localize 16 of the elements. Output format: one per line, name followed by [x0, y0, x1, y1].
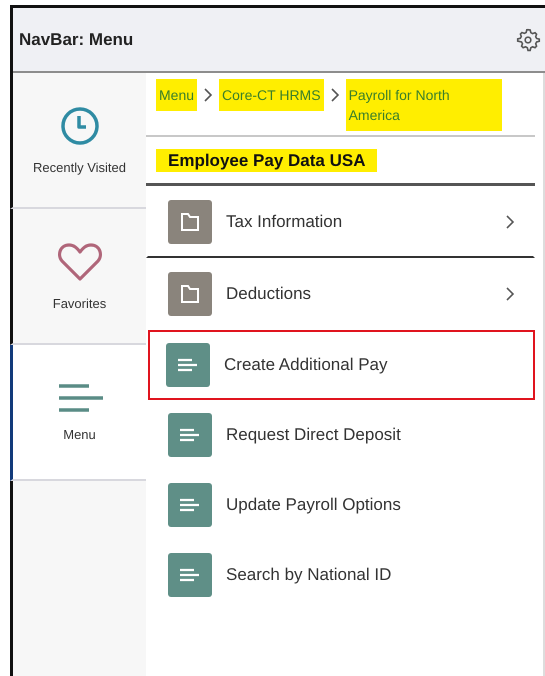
sidebar-tab[interactable]: Recently Visited [10, 73, 146, 209]
menu-item[interactable]: Search by National ID [146, 540, 535, 610]
menu-item[interactable]: Request Direct Deposit [146, 400, 535, 470]
tab-label: Menu [63, 426, 96, 442]
breadcrumb-link[interactable]: Payroll for North America [346, 85, 502, 125]
sidebar-tab[interactable]: Menu [10, 345, 146, 481]
menu-item[interactable]: Create Additional Pay [148, 330, 535, 400]
tab-label: Favorites [52, 296, 106, 310]
breadcrumb-link[interactable]: Menu [156, 85, 198, 105]
window-title: NavBar: Menu [19, 30, 134, 50]
page-title: Employee Pay Data USA [156, 149, 378, 172]
tab-label: Recently Visited [33, 160, 126, 174]
menu-item[interactable]: Deductions [146, 258, 535, 330]
menu-item[interactable]: Update Payroll Options [146, 470, 535, 540]
menu-item[interactable]: Tax Information [146, 186, 535, 258]
breadcrumb-link[interactable]: Core-CT HRMS [219, 85, 324, 105]
